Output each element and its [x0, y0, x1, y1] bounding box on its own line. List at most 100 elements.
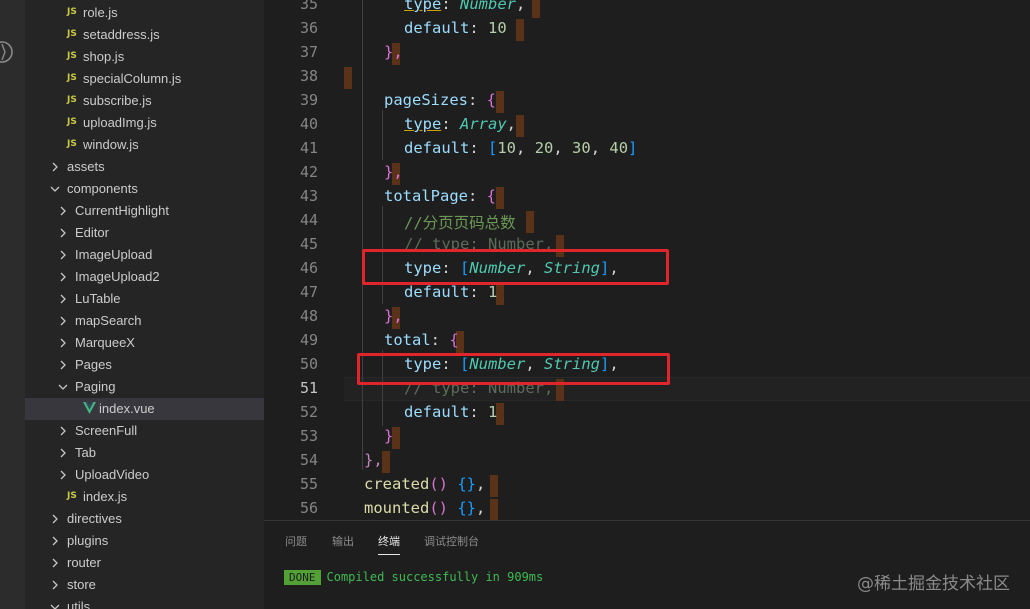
tab-output[interactable]: 输出 — [332, 533, 354, 549]
tree-file[interactable]: JS uploadImg.js — [25, 112, 264, 134]
chevron-right-icon[interactable] — [49, 578, 61, 592]
code-token: }, — [384, 163, 403, 181]
tree-folder[interactable]: LuTable — [25, 288, 264, 310]
tree-folder[interactable]: mapSearch — [25, 310, 264, 332]
chevron-down-icon[interactable] — [57, 380, 69, 394]
bracket-marker — [382, 451, 390, 473]
tree-item-label: setaddress.js — [83, 27, 160, 42]
code-token: 20 — [534, 139, 554, 157]
tree-file[interactable]: index.vue — [25, 398, 264, 420]
tree-file[interactable]: JS subscribe.js — [25, 90, 264, 112]
js-file-icon: JS — [67, 117, 77, 127]
chevron-right-icon[interactable] — [57, 424, 69, 438]
tree-item-label: plugins — [67, 533, 109, 548]
code-token: default — [404, 403, 470, 421]
chevron-right-icon[interactable] — [57, 226, 69, 240]
code-line: }, — [364, 451, 383, 469]
code-token: Number — [460, 0, 516, 13]
tree-folder[interactable]: components — [25, 178, 264, 200]
chevron-right-icon[interactable] — [57, 358, 69, 372]
tree-item-label: Pages — [75, 357, 112, 372]
indent-guide — [382, 110, 383, 160]
chevron-right-icon[interactable] — [49, 160, 61, 174]
tree-item-label: CurrentHighlight — [75, 203, 169, 218]
tree-item-label: LuTable — [75, 291, 121, 306]
line-number: 43 — [299, 187, 318, 205]
tree-folder[interactable]: ImageUpload — [25, 244, 264, 266]
line-number: 47 — [299, 283, 318, 301]
chevron-right-icon[interactable] — [49, 534, 61, 548]
chevron-right-icon[interactable] — [57, 336, 69, 350]
tree-item-label: MarqueeX — [75, 335, 135, 350]
js-file-icon: JS — [67, 29, 77, 39]
indent-guide — [362, 0, 363, 470]
code-line: default: 1 — [404, 403, 498, 421]
code-token: 30 — [572, 139, 591, 157]
code-token: type — [404, 115, 442, 133]
tree-folder[interactable]: Tab — [25, 442, 264, 464]
tree-folder[interactable]: Pages — [25, 354, 264, 376]
line-number: 55 — [299, 475, 318, 493]
js-file-icon: JS — [67, 73, 77, 83]
tree-file[interactable]: JS role.js — [25, 2, 264, 24]
chevron-right-icon[interactable] — [57, 292, 69, 306]
code-line: default: 10 — [404, 19, 507, 37]
chevron-right-icon[interactable] — [49, 556, 61, 570]
chevron-right-icon[interactable] — [57, 270, 69, 284]
tree-folder[interactable]: router — [25, 552, 264, 574]
tree-file[interactable]: JS index.js — [25, 486, 264, 508]
chevron-right-icon[interactable] — [57, 446, 69, 460]
chevron-right-icon[interactable] — [57, 204, 69, 218]
line-number: 37 — [299, 43, 318, 61]
tree-file[interactable]: JS shop.js — [25, 46, 264, 68]
chevron-down-icon[interactable] — [49, 600, 61, 609]
bracket-marker — [490, 475, 498, 497]
tree-folder[interactable]: Paging — [25, 376, 264, 398]
code-editor[interactable]: 35 36 37 38 39 40 41 42 43 44 45 46 47 48 49 50 51 52 53 54… — [264, 0, 1030, 520]
code-line: type: Array, — [404, 115, 517, 133]
code-token: 1 — [488, 403, 498, 421]
chevron-right-icon[interactable] — [57, 314, 69, 328]
tab-problems[interactable]: 问题 — [285, 533, 307, 549]
code-token: total — [384, 331, 431, 349]
terminal-output-line: DONE Compiled successfully in 909ms — [284, 570, 543, 585]
tree-folder[interactable]: utils — [25, 596, 264, 609]
tree-folder[interactable]: directives — [25, 508, 264, 530]
extensions-icon[interactable] — [0, 40, 14, 64]
code-line: total: { — [384, 331, 459, 349]
chevron-right-icon[interactable] — [57, 248, 69, 262]
line-number: 49 — [299, 331, 318, 349]
terminal-message: Compiled successfully in 909ms — [326, 570, 544, 584]
tree-folder[interactable]: CurrentHighlight — [25, 200, 264, 222]
tree-file[interactable]: JS window.js — [25, 134, 264, 156]
tree-folder[interactable]: Editor — [25, 222, 264, 244]
tree-item-label: mapSearch — [75, 313, 142, 328]
line-number: 56 — [299, 499, 318, 517]
tree-file[interactable]: JS setaddress.js — [25, 24, 264, 46]
chevron-down-icon[interactable] — [49, 182, 61, 196]
code-token: type — [404, 0, 442, 13]
line-number: 50 — [299, 355, 318, 373]
tab-debug-console[interactable]: 调试控制台 — [424, 533, 479, 549]
tree-folder[interactable]: store — [25, 574, 264, 596]
tab-terminal[interactable]: 终端 — [378, 533, 400, 555]
chevron-right-icon[interactable] — [49, 512, 61, 526]
line-number: 48 — [299, 307, 318, 325]
tree-folder[interactable]: MarqueeX — [25, 332, 264, 354]
tree-folder[interactable]: plugins — [25, 530, 264, 552]
tree-folder[interactable]: ImageUpload2 — [25, 266, 264, 288]
tree-folder[interactable]: ScreenFull — [25, 420, 264, 442]
tree-item-label: utils — [67, 599, 91, 609]
code-line: }, — [384, 307, 403, 325]
js-file-icon: JS — [67, 491, 77, 501]
annotation-highlight-box — [362, 249, 669, 285]
tree-folder[interactable]: assets — [25, 156, 264, 178]
bracket-marker — [344, 67, 352, 89]
tree-item-label: index.vue — [99, 401, 155, 416]
chevron-right-icon[interactable] — [57, 468, 69, 482]
bracket-marker — [490, 499, 498, 520]
tree-item-label: shop.js — [83, 49, 125, 64]
tree-file[interactable]: JS specialColumn.js — [25, 68, 264, 90]
tree-folder[interactable]: UploadVideo — [25, 464, 264, 486]
activity-bar — [0, 0, 25, 609]
